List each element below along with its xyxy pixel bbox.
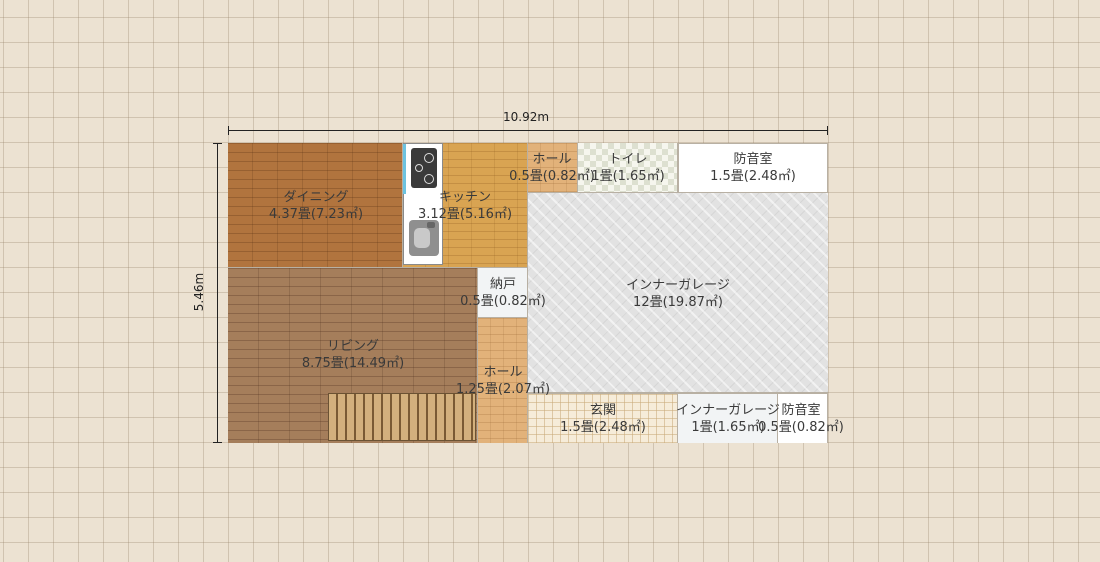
height-dimension-tick-top <box>213 143 222 144</box>
width-dimension-label: 10.92m <box>503 110 550 124</box>
stove-icon <box>411 148 437 188</box>
sink-icon <box>409 220 439 256</box>
room-entrance[interactable] <box>528 393 678 443</box>
width-dimension-tick-left <box>228 126 229 135</box>
room-garage-small[interactable] <box>678 393 778 443</box>
width-dimension-tick-right <box>827 126 828 135</box>
width-dimension-line <box>228 130 828 131</box>
room-hall-mid[interactable] <box>478 318 528 443</box>
room-soundproof-top[interactable] <box>678 143 828 193</box>
room-dining[interactable] <box>228 143 403 268</box>
floor-plan: ダイニング 4.37畳(7.23㎡) キッチン 3.12畳(5.16㎡) ホール 0.… <box>228 143 844 443</box>
room-hall-top[interactable] <box>528 143 578 193</box>
kitchen-counter <box>403 143 443 265</box>
room-toilet[interactable] <box>578 143 678 193</box>
room-soundproof-bottom[interactable] <box>778 393 828 443</box>
height-dimension-line <box>217 143 218 443</box>
room-storage[interactable] <box>478 268 528 318</box>
height-dimension-tick-bottom <box>213 442 222 443</box>
staircase-icon <box>328 393 476 441</box>
height-dimension-label: 5.46m <box>192 272 207 312</box>
room-garage-main[interactable] <box>528 193 828 393</box>
